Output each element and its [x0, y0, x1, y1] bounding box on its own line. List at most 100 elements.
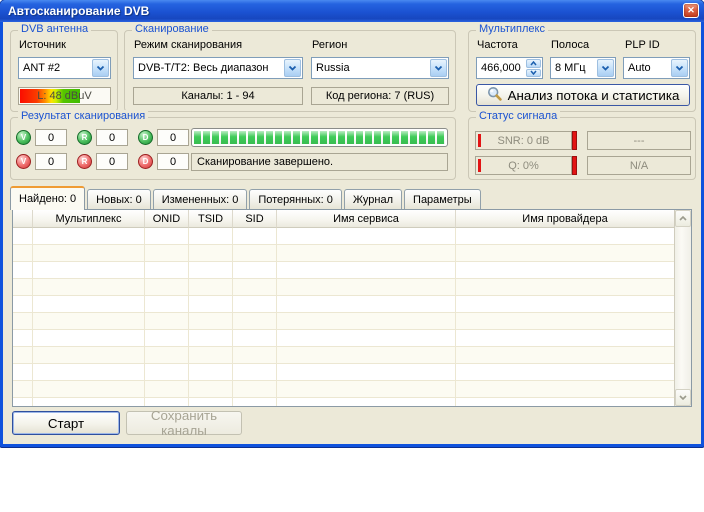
column-header-tsid[interactable]: TSID — [189, 210, 233, 228]
table-cell — [13, 279, 33, 296]
region-value: Russia — [312, 62, 429, 74]
video-failed-icon: V — [16, 154, 31, 169]
table-cell — [189, 313, 233, 330]
table-row — [13, 262, 674, 279]
tab-found[interactable]: Найдено: 0 — [10, 186, 85, 210]
spin-up-button[interactable] — [526, 59, 541, 68]
vertical-scrollbar[interactable] — [674, 210, 691, 406]
chevron-down-icon — [92, 59, 109, 77]
video-found-count: 0 — [35, 129, 67, 146]
column-header-icon[interactable] — [13, 210, 33, 228]
table-cell — [189, 228, 233, 245]
screen: Автосканирование DVB ✕ DVB антенна Источ… — [0, 0, 704, 512]
group-scanning: Сканирование Режим сканирования Регион D… — [124, 30, 456, 112]
snr-field: SNR: 0 dB — [475, 131, 572, 150]
table-cell — [277, 296, 456, 313]
tab-lost[interactable]: Потерянных: 0 — [249, 189, 342, 209]
tab-new[interactable]: Новых: 0 — [87, 189, 151, 209]
table-cell — [456, 296, 674, 313]
table-cell — [456, 279, 674, 296]
table-cell — [189, 347, 233, 364]
scroll-up-icon[interactable] — [675, 210, 691, 227]
data-found-icon: D — [138, 130, 153, 145]
table-cell — [277, 381, 456, 398]
table-cell — [233, 228, 277, 245]
table-cell — [33, 381, 145, 398]
group-scan-result: Результат сканирования V 0 R 0 D 0 V 0 R… — [10, 117, 456, 180]
tab-log[interactable]: Журнал — [344, 189, 402, 209]
table-cell — [456, 245, 674, 262]
table-cell — [233, 262, 277, 279]
scan-mode-combobox[interactable]: DVB-T/T2: Весь диапазон — [133, 57, 303, 79]
table-cell — [233, 279, 277, 296]
table-cell — [145, 245, 189, 262]
tab-changed[interactable]: Измененных: 0 — [153, 189, 248, 209]
table-cell — [277, 313, 456, 330]
signal-level-text: L: 48 dBuV — [19, 88, 110, 104]
table-cell — [277, 245, 456, 262]
table-cell — [233, 347, 277, 364]
table-cell — [145, 381, 189, 398]
table-cell — [189, 296, 233, 313]
red-marker-icon — [478, 134, 481, 147]
column-header-provider-name[interactable]: Имя провайдера — [456, 210, 674, 228]
table-cell — [145, 313, 189, 330]
group-signal-status-legend: Статус сигнала — [476, 110, 560, 122]
region-combobox[interactable]: Russia — [311, 57, 449, 79]
column-header-onid[interactable]: ONID — [145, 210, 189, 228]
window-title: Автосканирование DVB — [0, 4, 149, 18]
column-header-multiplex[interactable]: Мультиплекс — [33, 210, 145, 228]
data-found-count: 0 — [157, 129, 189, 146]
region-label: Регион — [312, 39, 347, 51]
plp-id-value: Auto — [624, 62, 670, 74]
table-cell — [277, 364, 456, 381]
scan-progressbar-fill — [194, 131, 445, 144]
table-body — [13, 228, 674, 406]
antenna-source-combobox[interactable]: ANT #2 — [18, 57, 111, 79]
table-cell — [277, 398, 456, 406]
radio-found-count: 0 — [96, 129, 128, 146]
frequency-label: Частота — [477, 39, 518, 51]
start-button[interactable]: Старт — [12, 411, 120, 435]
frequency-spinner[interactable]: 466,000 — [476, 57, 543, 79]
table-cell — [189, 245, 233, 262]
table-cell — [13, 347, 33, 364]
source-label: Источник — [19, 39, 66, 51]
column-header-sid[interactable]: SID — [233, 210, 277, 228]
table-cell — [13, 398, 33, 406]
table-header: Мультиплекс ONID TSID SID Имя сервиса Им… — [13, 210, 674, 228]
plp-id-combobox[interactable]: Auto — [623, 57, 690, 79]
quality-field: Q: 0% — [475, 156, 572, 175]
column-header-service-name[interactable]: Имя сервиса — [277, 210, 456, 228]
title-bar[interactable]: Автосканирование DVB ✕ — [0, 0, 704, 22]
data-failed-count: 0 — [157, 153, 189, 170]
radio-found-icon: R — [77, 130, 92, 145]
table-cell — [456, 381, 674, 398]
table-cell — [145, 347, 189, 364]
scroll-down-icon[interactable] — [675, 389, 691, 406]
table-cell — [233, 381, 277, 398]
table-row — [13, 364, 674, 381]
bandwidth-combobox[interactable]: 8 МГц — [550, 57, 616, 79]
analyze-stream-button[interactable]: Анализ потока и статистика — [476, 84, 690, 106]
table-cell — [233, 364, 277, 381]
analyze-stream-label: Анализ потока и статистика — [508, 88, 680, 103]
table-row — [13, 347, 674, 364]
tab-parameters[interactable]: Параметры — [404, 189, 481, 209]
red-marker-icon — [478, 159, 481, 172]
table-cell — [456, 330, 674, 347]
close-button[interactable]: ✕ — [683, 3, 699, 18]
table-cell — [33, 279, 145, 296]
spin-down-button[interactable] — [526, 69, 541, 78]
chevron-down-icon — [430, 59, 447, 77]
table-row — [13, 330, 674, 347]
frequency-value: 466,000 — [477, 58, 525, 78]
magnifier-icon — [487, 86, 502, 104]
quality-extra-field: N/A — [587, 156, 691, 175]
table-cell — [456, 313, 674, 330]
scan-mode-label: Режим сканирования — [134, 39, 242, 51]
table-cell — [13, 313, 33, 330]
save-channels-button[interactable]: Сохранить каналы — [126, 411, 242, 435]
table-cell — [33, 262, 145, 279]
channels-table-main: Мультиплекс ONID TSID SID Имя сервиса Им… — [13, 210, 674, 406]
